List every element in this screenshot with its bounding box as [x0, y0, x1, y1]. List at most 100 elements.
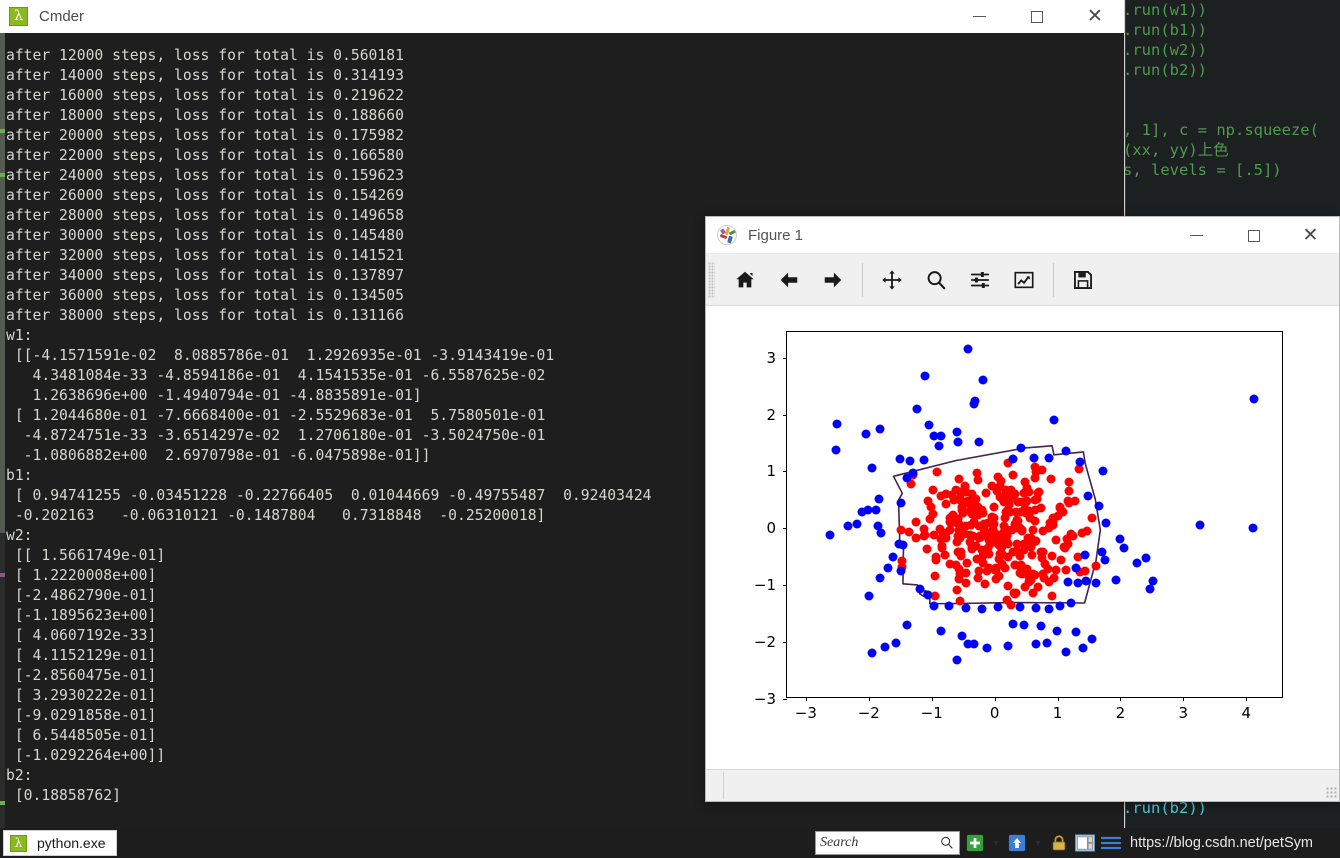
minimize-icon — [972, 16, 986, 17]
watermark-url: https://blog.csdn.net/petSym — [1130, 835, 1313, 851]
add-plus-icon[interactable] — [964, 832, 986, 854]
y-tick-label: −2 — [753, 633, 776, 652]
home-icon[interactable] — [723, 258, 767, 302]
search-box[interactable]: Search — [815, 831, 960, 855]
data-point — [929, 601, 939, 611]
screen: .run(w1)) .run(b1)) .run(w2)) .run(b2)) , 1]… — [0, 0, 1340, 858]
search-icon — [941, 836, 953, 849]
data-point — [1081, 576, 1091, 586]
data-point — [1010, 560, 1020, 570]
data-point — [1098, 466, 1108, 476]
data-point — [987, 481, 997, 491]
data-point — [961, 603, 971, 613]
data-point — [861, 429, 871, 439]
figure-window-buttons: ✕ — [1168, 217, 1339, 254]
figure-window[interactable]: Figure 1 ✕ −3 −2 −1 0 1 2 3 4 −3 −2 −1 0… — [705, 216, 1340, 802]
data-point — [967, 489, 977, 499]
data-point — [867, 648, 877, 658]
data-point — [970, 396, 980, 406]
panel-layout-icon[interactable] — [1074, 832, 1096, 854]
pan-move-icon[interactable] — [870, 258, 914, 302]
data-point — [1071, 627, 1081, 637]
data-point — [1012, 539, 1022, 549]
caret-down-icon[interactable]: ▼ — [1032, 832, 1044, 854]
data-point — [932, 467, 942, 477]
x-tick-label: 4 — [1241, 704, 1252, 722]
data-point — [962, 558, 972, 568]
editor-line: .run(b2)) — [1123, 61, 1207, 79]
data-point — [1052, 626, 1062, 636]
console-scrollbar[interactable] — [0, 33, 5, 828]
edit-curve-chart-icon[interactable] — [1002, 258, 1046, 302]
forward-arrow-icon[interactable] — [811, 258, 855, 302]
minimize-button[interactable] — [950, 0, 1008, 33]
data-point — [1031, 603, 1041, 613]
lambda-icon: λ — [10, 834, 27, 852]
data-point — [1017, 525, 1027, 535]
data-point — [880, 642, 890, 652]
data-point — [953, 437, 963, 447]
y-tick-label: 1 — [766, 462, 776, 481]
x-tick — [994, 697, 996, 701]
data-point — [963, 639, 973, 649]
x-tick-label: −2 — [857, 704, 880, 722]
data-point — [896, 525, 906, 535]
maximize-button[interactable] — [1008, 0, 1066, 33]
figure-title: Figure 1 — [748, 226, 804, 244]
y-tick — [783, 699, 787, 700]
plot-axes[interactable]: −3 −2 −1 0 1 2 3 4 −3 −2 −1 0 1 2 3 — [754, 331, 1283, 722]
figure-close-button[interactable]: ✕ — [1282, 217, 1339, 254]
data-point — [1101, 518, 1111, 528]
data-point — [999, 521, 1009, 531]
resize-grip[interactable] — [1326, 787, 1337, 798]
data-point — [867, 463, 877, 473]
data-point — [1010, 589, 1020, 599]
data-point — [911, 517, 921, 527]
cmder-titlebar[interactable]: λ Cmder ✕ — [0, 0, 1124, 33]
editor-line: (xx, yy)上色 — [1123, 141, 1229, 159]
data-point — [1031, 639, 1041, 649]
toolbar-separator — [1053, 262, 1054, 297]
data-point — [1028, 525, 1038, 535]
x-tick — [1183, 697, 1185, 701]
save-floppy-icon[interactable] — [1061, 258, 1105, 302]
data-point — [989, 519, 999, 529]
data-point — [888, 552, 898, 562]
menu-lines-icon[interactable] — [1100, 832, 1122, 854]
data-point — [1043, 564, 1053, 574]
data-point — [984, 563, 994, 573]
figure-canvas[interactable]: −3 −2 −1 0 1 2 3 4 −3 −2 −1 0 1 2 3 — [706, 306, 1339, 769]
figure-minimize-button[interactable] — [1168, 217, 1225, 254]
x-tick-label: 0 — [989, 704, 1000, 722]
console-scroll-thumb[interactable] — [0, 33, 5, 533]
data-point — [902, 473, 912, 483]
data-point — [1075, 457, 1085, 467]
taskbar-item-python[interactable]: λ python.exe — [3, 830, 117, 856]
data-point — [925, 514, 935, 524]
zoom-magnifier-icon[interactable] — [914, 258, 958, 302]
editor-line: s, levels = [.5]) — [1123, 161, 1282, 179]
data-point — [1111, 575, 1121, 584]
search-input[interactable]: Search — [820, 835, 939, 851]
data-point — [923, 590, 933, 600]
toolbar-drag-handle[interactable] — [708, 261, 715, 298]
data-point — [1055, 503, 1065, 513]
figure-titlebar[interactable]: Figure 1 ✕ — [706, 217, 1339, 254]
data-point — [874, 494, 884, 504]
data-point — [1087, 513, 1097, 523]
x-tick-label: 1 — [1052, 704, 1063, 722]
close-button[interactable]: ✕ — [1066, 0, 1124, 33]
back-arrow-icon[interactable] — [767, 258, 811, 302]
data-point — [1195, 520, 1205, 530]
caret-down-icon[interactable]: ▼ — [990, 832, 1002, 854]
data-point — [920, 371, 930, 381]
lock-icon[interactable] — [1048, 832, 1070, 854]
data-point — [980, 579, 990, 589]
y-tick-label: 0 — [766, 519, 776, 538]
upload-arrow-icon[interactable] — [1006, 832, 1028, 854]
data-point — [896, 566, 906, 576]
data-point — [1071, 563, 1081, 573]
figure-maximize-button[interactable] — [1225, 217, 1282, 254]
subplot-sliders-icon[interactable] — [958, 258, 1002, 302]
data-point — [1008, 619, 1018, 629]
